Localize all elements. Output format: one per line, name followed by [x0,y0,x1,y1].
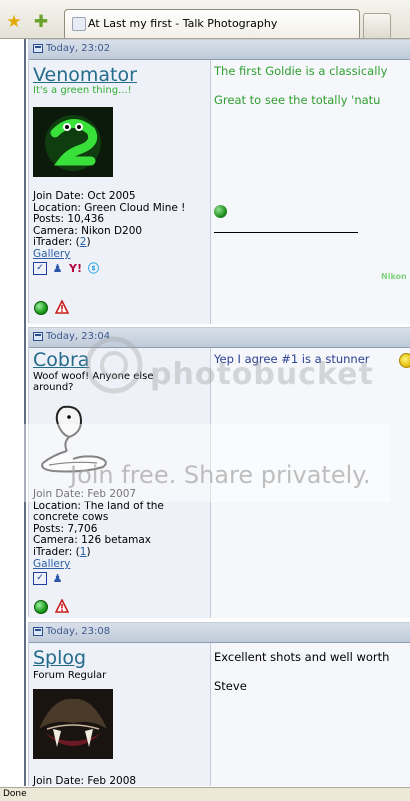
post-venomator: Today, 23:02 Venomator It's a green thin… [28,39,410,324]
username-link[interactable]: Venomator [33,64,137,86]
contact-icons: ✓ ♟ Y! ⓢ [33,261,101,275]
watermark-logo: photobucket [150,357,374,392]
add-bookmark-icon[interactable]: ✚ [30,11,52,33]
online-status-icon [34,600,48,614]
user-details: Join Date: Feb 2008 [33,775,137,786]
report-post-icon[interactable] [55,599,69,613]
report-post-icon[interactable] [55,300,69,314]
message-line: The first Goldie is a classically [214,64,388,78]
post-date: Today, 23:02 [46,43,111,54]
tab-favicon-icon [72,17,86,31]
post-icon [33,332,43,341]
user-title: Forum Regular [33,670,107,681]
browser-tab-bar: ★ ✚ At Last my first - Talk Photography [0,5,410,39]
new-tab-button[interactable] [363,13,391,38]
message-cell: Excellent shots and well worth Steve [211,643,410,786]
join-date: Join Date: Oct 2005 [33,190,136,202]
watermark-logo-icon [85,336,143,394]
watermark-text: Join free. Share privately. [70,461,371,489]
green-smiley-icon [214,205,227,218]
gallery-link[interactable]: Gallery [33,248,70,260]
message-line: Great to see the totally 'natu [214,93,381,107]
post-icon [33,627,43,636]
avatar [33,689,113,759]
post-date: Today, 23:08 [46,626,111,637]
user-info-panel: Venomator It's a green thing...! Join Da… [29,60,211,324]
aim-icon[interactable]: ♟ [50,261,65,275]
contact-icons: ✓ ♟ [33,571,65,585]
user-title: It's a green thing...! [33,85,132,96]
online-status-icon [34,301,48,315]
username-link[interactable]: Splog [33,647,86,669]
status-text: Done [3,789,27,799]
bookmark-star-icon[interactable]: ★ [3,11,25,33]
left-rail [0,39,26,786]
itrader: iTrader: (1) [33,545,91,558]
user-info-panel: Splog Forum Regular Join Date: Feb 2008 [29,643,211,786]
aim-icon[interactable]: ♟ [50,571,65,585]
tab-active[interactable]: At Last my first - Talk Photography [64,9,360,38]
post-icon [33,44,43,53]
page-content: Today, 23:02 Venomator It's a green thin… [0,39,410,786]
yahoo-icon[interactable]: Y! [68,261,83,275]
signature-divider [214,232,358,233]
post-splog: Today, 23:08 Splog Forum Regular Join Da… [28,622,410,786]
skype-icon[interactable]: ⓢ [86,261,101,275]
avatar [33,107,113,177]
edit-icon[interactable]: ✓ [33,571,47,585]
join-date: Join Date: Feb 2008 [33,775,137,786]
tab-title: At Last my first - Talk Photography [88,17,278,30]
username-link[interactable]: Cobra [33,349,89,371]
location-continued: concrete cows [33,511,109,523]
smiley-icon [399,353,410,368]
message-cell: The first Goldie is a classically Great … [211,60,410,324]
post-header: Today, 23:08 [29,623,410,643]
user-details: Join Date: Oct 2005 Location: Green Clou… [33,190,185,249]
post-header: Today, 23:02 [29,40,410,60]
status-bar: Done [0,787,410,801]
edit-icon[interactable]: ✓ [33,261,47,275]
itrader: iTrader: (2) [33,236,91,248]
message-line: Steve [214,679,247,693]
signature-text: Nikon [381,272,407,281]
gallery-link[interactable]: Gallery [33,558,70,570]
message-line: Excellent shots and well worth [214,650,390,664]
post-count: Posts: 10,436 [33,213,105,225]
